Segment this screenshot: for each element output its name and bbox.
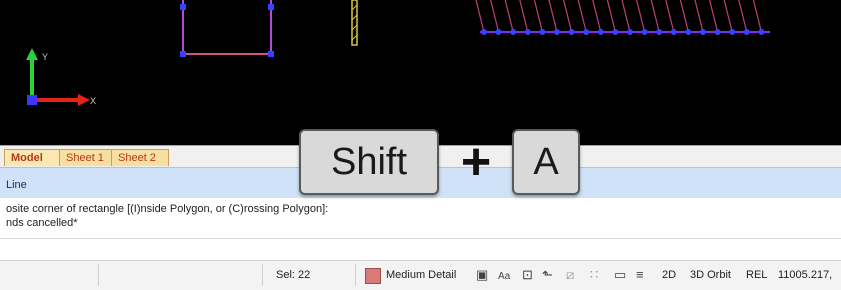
plus-sign: + [460,133,492,191]
command-history-line: osite corner of rectangle [(I)nside Poly… [6,203,329,215]
status-bar: Sel: 22 Medium Detail ▣ Aa ⊡ ⬑ ⧄ ∷ ▭ ≡ 2… [0,260,841,290]
text-style-icon[interactable]: Aa [498,269,510,285]
lineweight-icon[interactable]: ≡ [636,267,644,283]
detail-color-swatch[interactable] [365,268,381,284]
drawing-canvas[interactable]: Y X [0,0,841,145]
rectangle-icon[interactable]: ▭ [614,267,626,283]
view-2d-button[interactable]: 2D [662,269,676,281]
axis-x-label: X [90,96,96,106]
snap-icon[interactable]: ⊡ [522,267,533,283]
a-key: A [512,129,580,195]
orbit-3d-button[interactable]: 3D Orbit [690,269,731,281]
drawing-svg: Y X [26,0,770,106]
selection-count: Sel: 22 [276,269,311,281]
status-divider [262,264,263,286]
status-divider [355,264,356,286]
detail-level-button[interactable]: Medium Detail [386,269,456,281]
command-input[interactable] [0,238,841,261]
coordinate-readout: 11005.217, [778,269,833,281]
ortho-icon[interactable]: ⬑ [542,267,553,283]
status-divider [98,264,99,286]
grid-icon[interactable]: ∷ [590,267,598,283]
hatched-strip[interactable] [351,0,358,46]
tab-model[interactable]: Model [4,149,60,166]
polar-icon[interactable]: ⧄ [566,267,574,283]
ucs-axis-icon: Y X [26,48,96,106]
command-title: Line [6,179,27,191]
shift-key: Shift [299,129,439,195]
axis-y-label: Y [42,52,48,62]
hatch-pattern-row[interactable] [475,0,770,35]
command-history-line: nds cancelled* [6,217,78,229]
command-history: osite corner of rectangle [(I)nside Poly… [0,198,841,261]
rectangle-shape[interactable] [180,0,274,57]
rel-toggle[interactable]: REL [746,269,767,281]
tab-sheet-2[interactable]: Sheet 2 [111,149,169,166]
cube-icon[interactable]: ▣ [476,267,488,283]
tab-sheet-1[interactable]: Sheet 1 [59,149,112,166]
